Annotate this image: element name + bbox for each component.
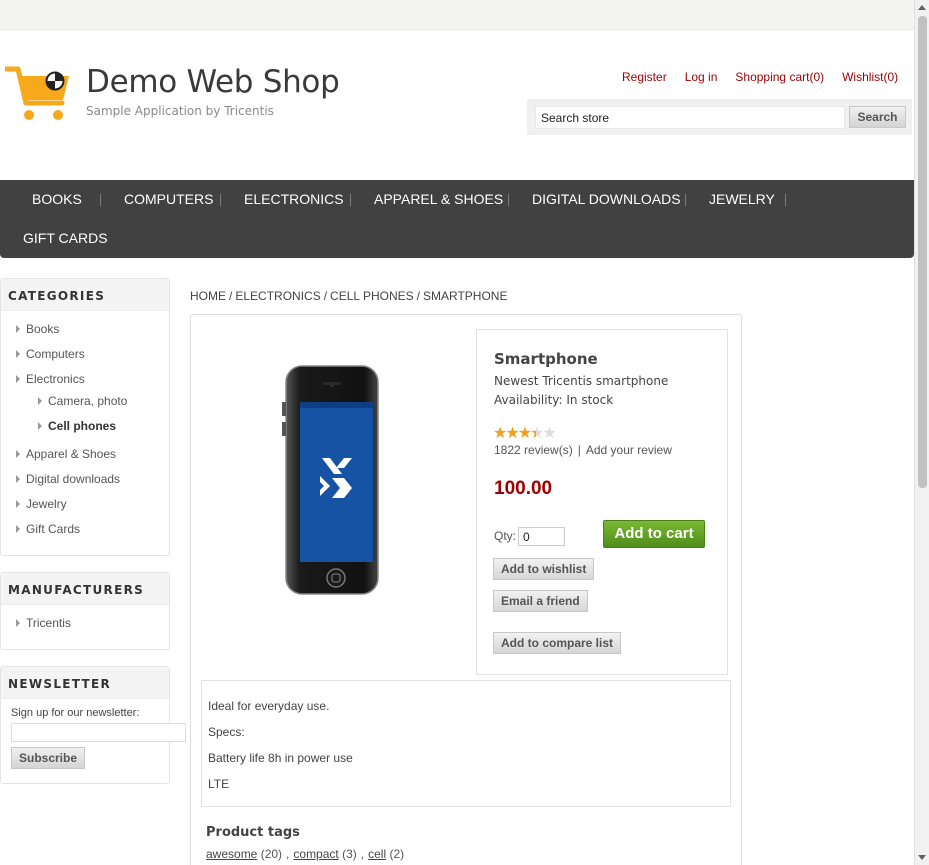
manufacturers-block: MANUFACTURERS [0,572,170,650]
bullet-arrow-icon [16,350,20,358]
manufacturers-title: MANUFACTURERS [1,573,169,605]
bullet-arrow-icon [16,525,20,533]
breadcrumb-home[interactable]: HOME [190,289,226,303]
category-item[interactable]: Computers [16,347,85,361]
register-link[interactable]: Register [622,70,667,84]
tag-link[interactable]: awesome [206,847,257,861]
site-title[interactable]: Demo Web Shop [86,64,340,100]
bullet-arrow-icon [16,619,20,627]
search-input[interactable]: Search store [535,106,845,129]
login-link[interactable]: Log in [685,70,718,84]
breadcrumb: HOME / ELECTRONICS / CELL PHONES / SMARTPHONE [190,289,508,303]
product-name: Smartphone [494,350,598,368]
bullet-arrow-icon [16,325,20,333]
newsletter-label: Sign up for our newsletter: [11,707,140,719]
add-to-compare-button[interactable]: Add to compare list [493,632,622,654]
scroll-down-arrow-icon[interactable] [918,855,926,860]
add-to-wishlist-button[interactable]: Add to wishlist [493,558,595,580]
bullet-arrow-icon [16,375,20,383]
add-review-link[interactable]: Add your review [586,443,672,457]
star-full-icon: ★ [517,425,532,442]
categories-block: CATEGORIES [0,278,170,556]
qty-input[interactable]: 0 [518,527,565,546]
star-full-icon: ★ [505,425,519,442]
search-box: Search store Search [527,99,912,135]
qty-label: Qty: [494,529,517,543]
shopping-cart-logo-icon[interactable] [5,66,71,124]
menu-item-apparel-shoes[interactable]: APPAREL & SHOES [374,191,503,207]
scrollbar-thumb[interactable] [918,16,927,488]
email-a-friend-button[interactable]: Email a friend [493,590,588,612]
rating-stars: ★★★★★ [493,425,557,442]
menu-separator [350,194,351,206]
description-line: LTE [208,777,230,791]
header-links: Register Log in Shopping cart(0) Wishlis… [604,70,898,84]
category-item[interactable]: Electronics [16,372,85,386]
tag-count: (3) [342,847,357,861]
bullet-arrow-icon [38,397,42,405]
menu-separator [508,194,509,206]
category-item[interactable]: Jewelry [16,497,67,511]
menu-item-books[interactable]: BOOKS [32,191,82,207]
bullet-arrow-icon [16,475,20,483]
description-line: Battery life 8h in power use [208,751,353,765]
product-tags-list: awesome (20), compact (3), cell (2) [206,847,405,861]
description-line: Ideal for everyday use. [208,699,330,713]
product-price: 100.00 [494,478,553,499]
subscribe-button[interactable]: Subscribe [11,747,85,769]
menu-item-electronics[interactable]: ELECTRONICS [244,191,344,207]
category-item[interactable]: Apparel & Shoes [16,447,116,461]
scroll-up-arrow-icon[interactable] [918,5,926,10]
product-availability: Availability: In stock [494,393,614,407]
newsletter-title: NEWSLETTER [1,667,169,699]
categories-title: CATEGORIES [1,279,169,311]
bullet-arrow-icon [38,422,42,430]
browser-top-strip [0,0,914,30]
wishlist-link[interactable]: Wishlist(0) [842,70,898,84]
newsletter-email-input[interactable] [11,723,186,742]
category-item[interactable]: Digital downloads [16,472,120,486]
breadcrumb-current: SMARTPHONE [422,289,508,303]
tag-link[interactable]: cell [368,847,386,861]
menu-item-gift-cards[interactable]: GIFT CARDS [23,230,108,246]
menu-separator [220,194,221,206]
star-empty-icon: ★ [542,425,556,442]
site-subtitle: Sample Application by Tricentis [86,104,274,118]
menu-separator [785,194,786,206]
vertical-scrollbar[interactable] [914,0,929,865]
search-button[interactable]: Search [849,106,906,128]
top-menu: BOOKS COMPUTERS ELECTRONICS APPAREL & SH… [0,180,914,258]
product-reviews: 1822 review(s) | Add your review [494,443,672,457]
reviews-link[interactable]: 1822 review(s) [494,443,573,457]
star-half-icon: ★ [530,425,544,442]
bullet-arrow-icon [16,450,20,458]
breadcrumb-cell-phones[interactable]: CELL PHONES [330,289,414,303]
full-description: Ideal for everyday use. Specs: Battery l… [201,680,731,807]
bullet-arrow-icon [16,500,20,508]
tag-count: (20) [260,847,283,861]
add-to-cart-button[interactable]: Add to cart [603,520,705,548]
category-item[interactable]: Gift Cards [16,522,80,536]
menu-item-computers[interactable]: COMPUTERS [124,191,213,207]
product-tags-title: Product tags [206,825,300,840]
tag-link[interactable]: compact [293,847,338,861]
product-short-description: Newest Tricentis smartphone [494,374,669,388]
tag-count: (2) [389,847,405,861]
breadcrumb-electronics[interactable]: ELECTRONICS [235,289,320,303]
menu-item-jewelry[interactable]: JEWELRY [709,191,775,207]
description-line: Specs: [208,725,245,739]
menu-item-digital-downloads[interactable]: DIGITAL DOWNLOADS [532,191,681,207]
menu-separator [685,194,686,206]
category-subitem-active[interactable]: Cell phones [38,419,116,433]
manufacturer-item[interactable]: Tricentis [16,616,71,630]
shopping-cart-link[interactable]: Shopping cart(0) [735,70,824,84]
star-full-icon: ★ [493,425,507,442]
smartphone-image[interactable] [280,362,382,598]
menu-separator [100,194,101,206]
category-subitem[interactable]: Camera, photo [38,394,127,408]
category-item[interactable]: Books [16,322,59,336]
